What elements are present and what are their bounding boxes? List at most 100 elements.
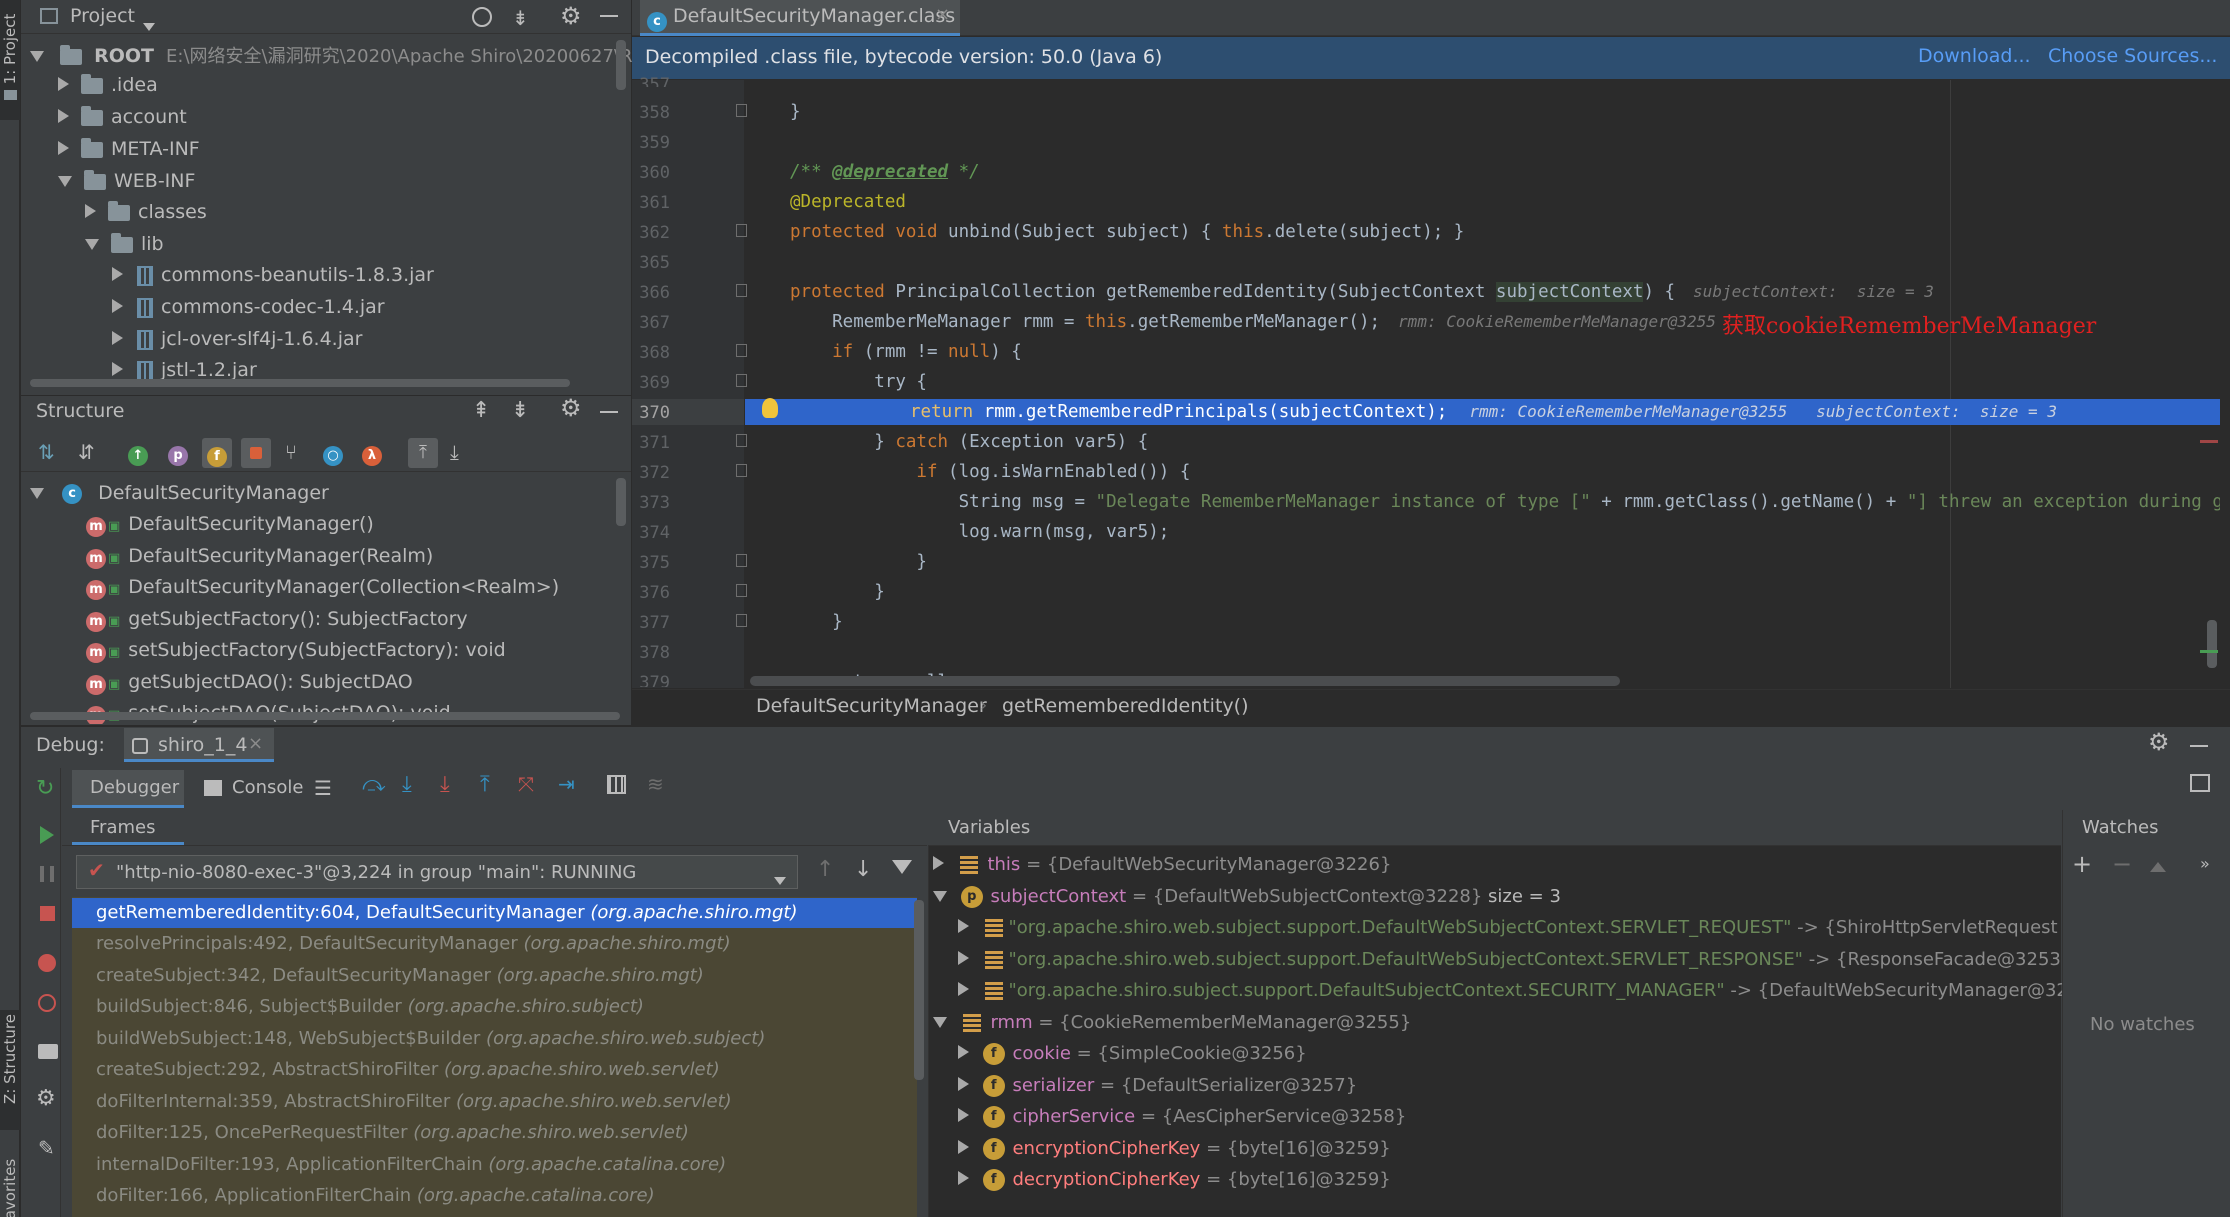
- fold-marker-icon[interactable]: [736, 554, 747, 567]
- frame-item[interactable]: resolvePrincipals:492, DefaultSecurityMa…: [96, 933, 731, 954]
- stop-icon[interactable]: [40, 906, 55, 921]
- chevron-right-icon[interactable]: [112, 362, 123, 376]
- tree-item-idea[interactable]: .idea: [58, 73, 158, 96]
- structure-method[interactable]: m ▣ setSubjectFactory(SubjectFactory): voi…: [86, 639, 506, 663]
- fold-marker-icon[interactable]: [736, 614, 747, 627]
- editor-h-scrollbar[interactable]: [750, 676, 1620, 686]
- frame-item[interactable]: createSubject:342, DefaultSecurityManage…: [96, 965, 704, 986]
- chevron-right-icon[interactable]: [112, 267, 123, 281]
- mute-breakpoints-icon[interactable]: [38, 994, 56, 1012]
- fold-marker-icon[interactable]: [736, 374, 747, 387]
- variable-row[interactable]: "org.apache.shiro.web.subject.support.De…: [958, 949, 2072, 970]
- tree-item-web-inf[interactable]: WEB-INF: [58, 169, 195, 192]
- move-up-icon[interactable]: [2150, 862, 2166, 872]
- chevron-right-icon[interactable]: [958, 1140, 969, 1154]
- structure-method[interactable]: m ▣ getSubjectDAO(): SubjectDAO: [86, 671, 413, 695]
- variable-row[interactable]: rmm = {CookieRememberMeManager@3255}: [933, 1012, 1411, 1033]
- tree-item-jar[interactable]: jstl-1.2.jar: [112, 359, 257, 379]
- chevron-right-icon[interactable]: [958, 1077, 969, 1091]
- tree-item-account[interactable]: account: [58, 105, 187, 128]
- minimize-icon[interactable]: [600, 15, 618, 17]
- chevron-right-icon[interactable]: [85, 204, 96, 218]
- frame-item[interactable]: getRememberedIdentity:604, DefaultSecuri…: [96, 902, 797, 923]
- chevron-right-icon[interactable]: [112, 331, 123, 345]
- pin-icon[interactable]: ✎: [38, 1136, 55, 1160]
- download-link[interactable]: Download...: [1918, 45, 2031, 67]
- chevron-down-icon[interactable]: [30, 488, 44, 499]
- frames-v-scrollbar[interactable]: [914, 900, 924, 1080]
- lambdas-icon[interactable]: ⑂: [285, 440, 297, 464]
- editor-tab-label[interactable]: DefaultSecurityManager.class: [673, 5, 955, 27]
- run-to-cursor-icon[interactable]: ⇥: [558, 772, 575, 796]
- lambda-icon[interactable]: λ: [362, 442, 382, 466]
- variable-row[interactable]: f serializer = {DefaultSerializer@3257}: [958, 1075, 1357, 1097]
- frame-item[interactable]: doFilter:166, ApplicationFilterChain (or…: [96, 1185, 655, 1206]
- console-tab-label[interactable]: Console: [232, 777, 303, 798]
- tree-root[interactable]: ROOT E:\网络安全\漏洞研究\2020\Apache Shiro\2020…: [30, 42, 661, 68]
- project-stripe-label[interactable]: 1: Project: [1, 7, 19, 91]
- lightbulb-icon[interactable]: [762, 398, 778, 418]
- collapse-all-icon[interactable]: ⇟: [511, 398, 529, 423]
- project-title[interactable]: Project: [70, 5, 135, 27]
- filter-icon[interactable]: [892, 860, 912, 874]
- gear-icon[interactable]: ⚙: [2148, 728, 2170, 756]
- fold-marker-icon[interactable]: [736, 104, 747, 117]
- tree-item-lib[interactable]: lib: [85, 232, 164, 255]
- variable-row[interactable]: "org.apache.shiro.subject.support.Defaul…: [958, 980, 2102, 1001]
- chevron-right-icon[interactable]: [58, 77, 69, 91]
- chevron-right-icon[interactable]: [958, 1045, 969, 1059]
- fold-marker-icon[interactable]: [736, 464, 747, 477]
- layout-icon[interactable]: [2190, 774, 2210, 792]
- chevron-right-icon[interactable]: [58, 141, 69, 155]
- chevron-down-icon[interactable]: [774, 868, 786, 890]
- force-step-into-icon[interactable]: ⤓: [440, 772, 450, 797]
- close-icon[interactable]: ×: [248, 733, 263, 754]
- collapse-icon[interactable]: ⇟: [512, 6, 529, 30]
- step-out-icon[interactable]: ⤒: [480, 772, 490, 797]
- frame-up-icon[interactable]: ↑: [816, 857, 834, 882]
- add-watch-icon[interactable]: +: [2072, 850, 2092, 878]
- view-breakpoints-icon[interactable]: [38, 954, 56, 972]
- chevron-down-icon[interactable]: [143, 14, 155, 36]
- structure-h-scrollbar[interactable]: [30, 712, 620, 720]
- sort-alpha-icon[interactable]: ⇵: [78, 440, 95, 464]
- settings-icon[interactable]: ⚙: [36, 1086, 56, 1111]
- expand-all-icon[interactable]: ⇞: [472, 398, 490, 423]
- chevron-right-icon[interactable]: [958, 951, 969, 965]
- tree-item-jar[interactable]: commons-codec-1.4.jar: [112, 296, 385, 318]
- evaluate-expression-icon[interactable]: [607, 775, 626, 794]
- structure-method[interactable]: m ▣ DefaultSecurityManager(): [86, 513, 374, 537]
- debugger-tab-label[interactable]: Debugger: [90, 777, 179, 798]
- structure-method[interactable]: m ▣ getSubjectFactory(): SubjectFactory: [86, 608, 468, 632]
- tree-item-classes[interactable]: classes: [85, 200, 207, 223]
- frame-item[interactable]: internalDoFilter:193, ApplicationFilterC…: [96, 1154, 726, 1175]
- variable-row[interactable]: this = {DefaultWebSecurityManager@3226}: [933, 854, 1391, 875]
- variable-row[interactable]: p subjectContext = {DefaultWebSubjectCon…: [933, 886, 1561, 908]
- fold-marker-icon[interactable]: [736, 434, 747, 447]
- chevron-right-icon[interactable]: [958, 1171, 969, 1185]
- drop-frame-icon[interactable]: ⤧: [518, 772, 534, 796]
- resume-icon[interactable]: [40, 826, 54, 844]
- chevron-down-icon[interactable]: [933, 891, 947, 902]
- minimize-icon[interactable]: [2190, 745, 2208, 747]
- step-over-icon[interactable]: ⤼: [362, 772, 386, 797]
- variable-row[interactable]: f cookie = {SimpleCookie@3256}: [958, 1043, 1307, 1065]
- variable-row[interactable]: "org.apache.shiro.web.subject.support.De…: [958, 917, 2058, 938]
- autoscroll-from-source-icon[interactable]: ⤓: [450, 440, 459, 464]
- chevron-right-icon[interactable]: [958, 1108, 969, 1122]
- chevron-down-icon[interactable]: [30, 51, 44, 62]
- frame-down-icon[interactable]: ↓: [854, 857, 872, 882]
- pause-icon[interactable]: [40, 866, 54, 882]
- locate-icon[interactable]: [472, 7, 492, 27]
- camera-icon[interactable]: [38, 1044, 58, 1059]
- tree-item-jar[interactable]: commons-beanutils-1.8.3.jar: [112, 264, 434, 286]
- chevron-right-icon[interactable]: [933, 856, 944, 870]
- variable-row[interactable]: f encryptionCipherKey = {byte[16]@3259}: [958, 1138, 1391, 1160]
- autoscroll-to-source-icon[interactable]: ⤒: [408, 438, 438, 468]
- fields-icon[interactable]: f: [202, 438, 232, 468]
- chevron-right-icon[interactable]: [958, 982, 969, 996]
- variable-row[interactable]: f decryptionCipherKey = {byte[16]@3259}: [958, 1169, 1391, 1191]
- chevron-down-icon[interactable]: [85, 239, 99, 250]
- properties-icon[interactable]: p: [168, 442, 188, 466]
- sort-visibility-icon[interactable]: ⇅: [38, 440, 55, 464]
